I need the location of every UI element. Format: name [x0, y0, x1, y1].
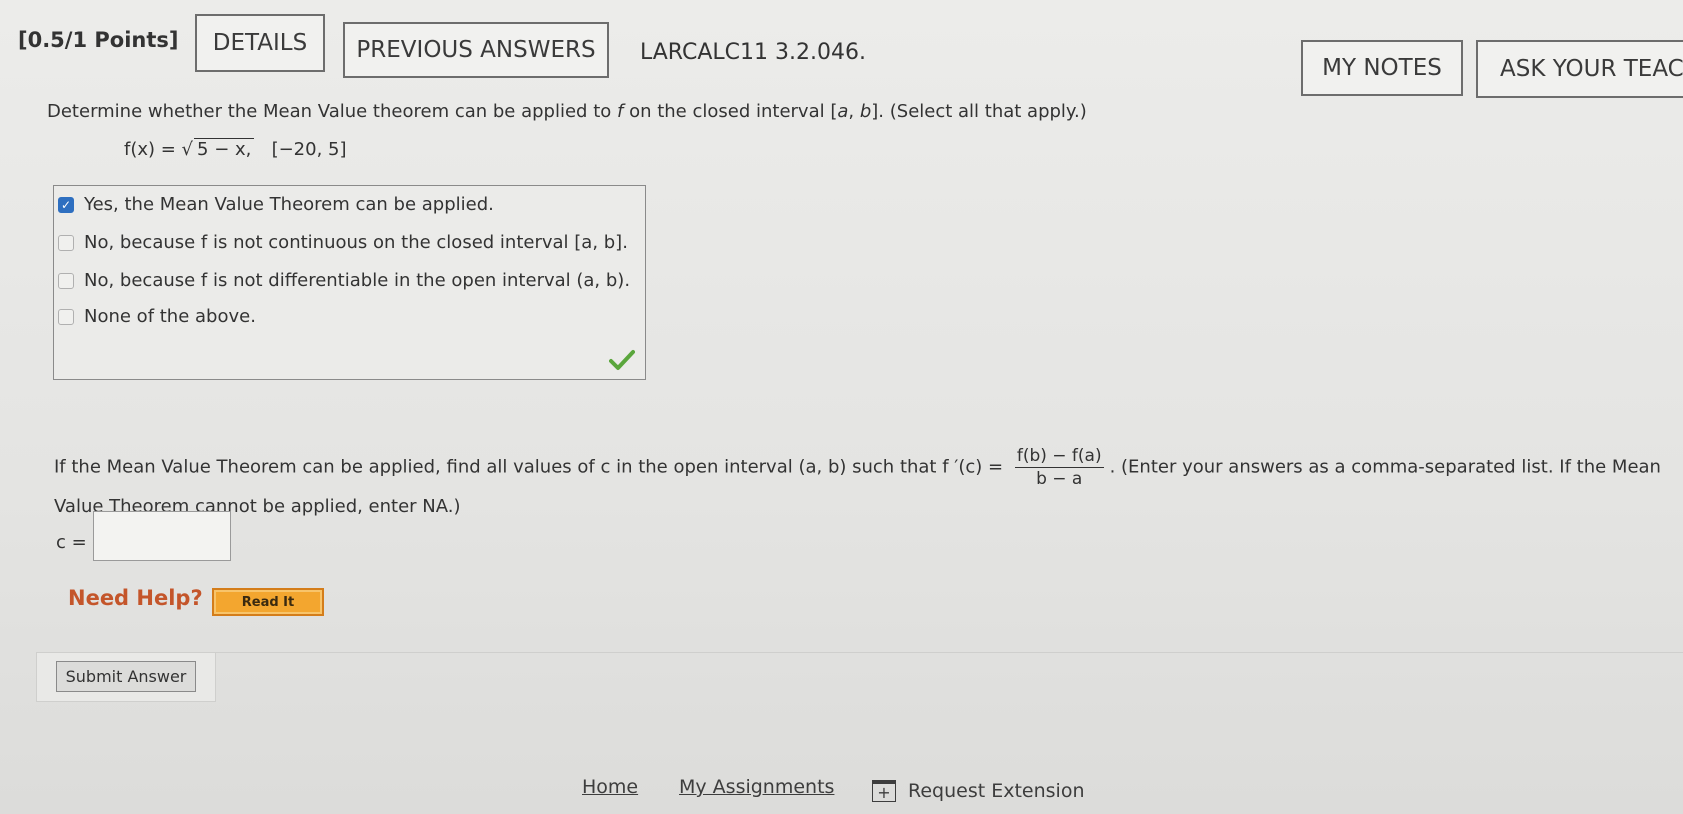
my-notes-button[interactable]: MY NOTES — [1301, 40, 1463, 96]
radicand: 5 − x, — [194, 138, 255, 160]
previous-answers-button[interactable]: PREVIOUS ANSWERS — [343, 22, 609, 78]
checkbox[interactable] — [58, 234, 74, 251]
answer-choices-box: ✓ Yes, the Mean Value Theorem can be app… — [53, 185, 646, 380]
points-label: [0.5/1 Points] — [18, 28, 179, 52]
choice-yes[interactable]: ✓ Yes, the Mean Value Theorem can be app… — [58, 194, 494, 215]
problem-code: LARCALC11 3.2.046. — [640, 40, 866, 65]
function-formula: f(x) = √ 5 − x, [−20, 5] — [124, 138, 347, 160]
choice-not-differentiable[interactable]: No, because f is not differentiable in t… — [58, 270, 630, 291]
my-assignments-link[interactable]: My Assignments — [679, 776, 834, 798]
c-label: c = — [56, 532, 87, 553]
c-answer-input[interactable] — [93, 511, 231, 561]
divider — [216, 652, 1683, 653]
mvt-question: If the Mean Value Theorem can be applied… — [54, 446, 1661, 517]
question-prompt: Determine whether the Mean Value theorem… — [47, 101, 1087, 122]
assignment-page: [0.5/1 Points] DETAILS PREVIOUS ANSWERS … — [0, 0, 1683, 814]
choice-none[interactable]: None of the above. — [58, 306, 256, 327]
calendar-plus-icon: + — [872, 780, 896, 802]
checkbox[interactable] — [58, 308, 74, 325]
checkbox[interactable] — [58, 272, 74, 289]
request-extension-link[interactable]: + Request Extension — [872, 780, 1085, 802]
home-link[interactable]: Home — [582, 776, 638, 798]
mvt-fraction: f(b) − f(a) b − a — [1014, 446, 1104, 489]
need-help-label: Need Help? — [68, 586, 203, 610]
interval: [−20, 5] — [271, 139, 347, 160]
correct-check-icon — [609, 350, 635, 370]
submit-answer-button[interactable]: Submit Answer — [56, 661, 196, 692]
read-it-button[interactable]: Read It — [212, 588, 324, 616]
choice-not-continuous[interactable]: No, because f is not continuous on the c… — [58, 232, 628, 253]
ask-your-teacher-button[interactable]: ASK YOUR TEACH — [1476, 40, 1683, 98]
checkbox-checked[interactable]: ✓ — [58, 196, 74, 213]
details-button[interactable]: DETAILS — [195, 14, 325, 72]
